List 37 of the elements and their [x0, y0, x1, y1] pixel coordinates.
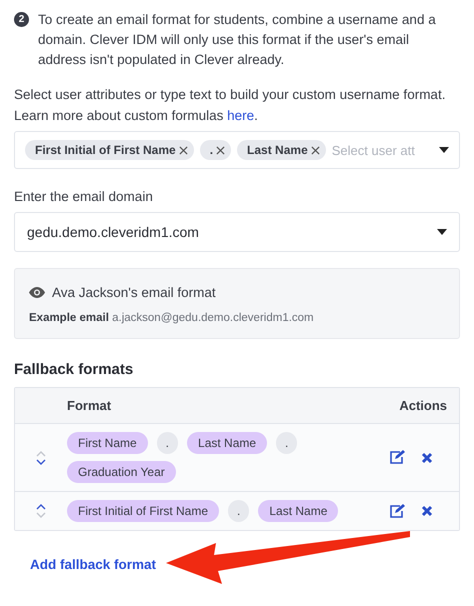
attribute-tag: Last Name	[187, 432, 268, 454]
help-link[interactable]: here	[227, 108, 254, 123]
move-up-button[interactable]	[36, 504, 46, 510]
preview-title: Ava Jackson's email format	[52, 285, 216, 300]
attribute-tag: Last Name	[237, 140, 326, 160]
remove-icon[interactable]	[216, 146, 226, 154]
step-instructions: To create an email format for students, combine a username and a domain. Clever IDM will only use this format if the user's email address isn't populated in Clever already.	[38, 11, 437, 69]
help-text: Select user attributes or type text to build your custom username format. Learn more about custom formulas here.	[14, 86, 446, 125]
delete-button[interactable]	[421, 504, 433, 518]
column-header: Format	[67, 398, 112, 413]
attribute-tag: .	[200, 140, 232, 160]
text-tag: .	[228, 500, 250, 522]
step-number: 2	[14, 12, 29, 27]
section-heading: Fallback formats	[14, 361, 134, 378]
attribute-tag: Graduation Year	[67, 461, 176, 483]
domain-select[interactable]: gedu.demo.cleveridm1.com	[14, 212, 460, 252]
edit-button[interactable]	[389, 504, 405, 518]
text-tag: .	[156, 432, 178, 454]
username-format-field[interactable]: First Initial of First Name . Last Name Select user att	[14, 131, 460, 169]
eye-icon	[29, 287, 45, 298]
add-fallback-link[interactable]: Add fallback format	[30, 557, 156, 572]
remove-icon[interactable]	[178, 146, 188, 154]
edit-button[interactable]	[389, 450, 405, 465]
example-email: Example email a.jackson@gedu.demo.cleveridm1.com	[29, 312, 315, 324]
remove-icon[interactable]	[310, 146, 320, 154]
attribute-tag: First Initial of First Name	[67, 500, 220, 522]
attribute-tag: First Initial of First Name	[25, 140, 194, 160]
text-tag: .	[276, 432, 298, 454]
dropdown-caret-icon[interactable]	[439, 147, 449, 153]
column-header: Actions	[399, 398, 448, 413]
domain-label: Enter the email domain	[14, 189, 154, 204]
field-placeholder: Select user att	[332, 142, 416, 158]
dropdown-caret-icon[interactable]	[437, 229, 447, 235]
attribute-tag: First Name	[67, 432, 148, 454]
move-down-button[interactable]	[36, 458, 46, 464]
delete-button[interactable]	[421, 450, 433, 465]
attribute-tag: Last Name	[258, 500, 338, 522]
